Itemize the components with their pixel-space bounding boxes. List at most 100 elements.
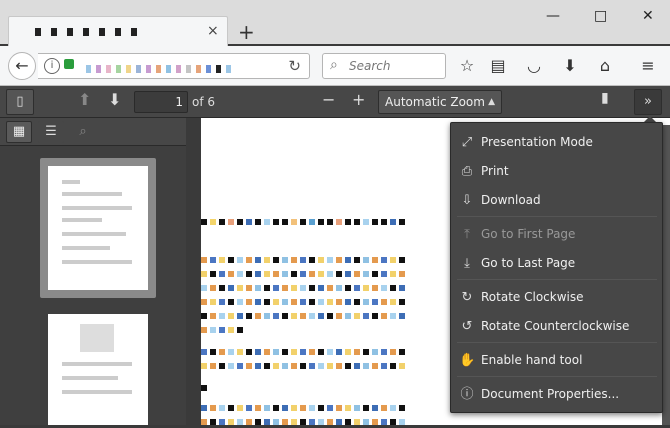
back-arrow-icon: ← bbox=[15, 56, 29, 75]
zoom-in-button[interactable]: + bbox=[352, 90, 365, 109]
menu-icon[interactable]: ≡ bbox=[636, 54, 660, 78]
hand-icon: ✋ bbox=[459, 353, 476, 368]
first-page-item: ⤒ Go to First Page bbox=[459, 223, 655, 245]
thumb-text-line bbox=[62, 376, 118, 380]
navigation-bar: ← i ↻ ⌕ Search ☆ ▤ ◡ ⬇ ⌂ ≡ bbox=[0, 46, 670, 86]
url-bar[interactable]: i ↻ bbox=[38, 53, 310, 79]
print-item[interactable]: ⎙ Print bbox=[459, 160, 655, 182]
thumb-text-line bbox=[62, 192, 122, 196]
tools-menu-button[interactable]: » bbox=[634, 89, 662, 115]
outline-view-button[interactable]: ☰ bbox=[38, 121, 64, 143]
zoom-select[interactable]: Automatic Zoom ▲ bbox=[378, 90, 502, 114]
thumb-text-line bbox=[62, 390, 132, 394]
document-text-line bbox=[201, 414, 449, 425]
tab-title-redacted bbox=[35, 25, 195, 37]
rotate-ccw-icon: ↺ bbox=[461, 319, 473, 334]
sidebar: ▦ ☰ ⌕ bbox=[0, 118, 186, 425]
close-window-button[interactable]: ✕ bbox=[642, 8, 654, 24]
menu-item-label: Go to Last Page bbox=[481, 256, 576, 270]
thumb-text-line bbox=[62, 362, 132, 366]
last-page-icon: ⤓ bbox=[464, 256, 470, 271]
document-scrollbar[interactable] bbox=[662, 125, 670, 425]
toggle-sidebar-button[interactable]: ▯ bbox=[6, 89, 34, 115]
attachments-view-button[interactable]: ⌕ bbox=[70, 121, 96, 143]
document-text-line bbox=[201, 252, 449, 263]
page-thumbnail-1[interactable] bbox=[48, 166, 148, 290]
paperclip-icon: ⌕ bbox=[79, 124, 87, 139]
sidebar-view-buttons: ▦ ☰ ⌕ bbox=[0, 118, 186, 146]
grid-icon: ▦ bbox=[12, 124, 26, 139]
back-button[interactable]: ← bbox=[8, 52, 36, 80]
menu-item-label: Rotate Counterclockwise bbox=[481, 319, 630, 333]
presentation-mode-item[interactable]: ⤢ Presentation Mode bbox=[459, 131, 655, 153]
menu-item-label: Print bbox=[481, 164, 509, 178]
document-text-line bbox=[201, 294, 449, 305]
maximize-button[interactable]: □ bbox=[594, 8, 607, 24]
bookmark-star-icon[interactable]: ☆ bbox=[455, 54, 479, 78]
menu-separator bbox=[457, 342, 657, 343]
next-page-icon[interactable]: ⬇ bbox=[108, 90, 121, 109]
menu-separator bbox=[457, 279, 657, 280]
document-text-line bbox=[201, 308, 449, 319]
lock-icon bbox=[64, 59, 74, 69]
url-text-redacted bbox=[86, 62, 276, 73]
document-text-line bbox=[201, 344, 449, 355]
hand-tool-item[interactable]: ✋ Enable hand tool bbox=[459, 349, 655, 371]
thumbnail-view-button[interactable]: ▦ bbox=[6, 121, 32, 143]
thumb-text-line bbox=[62, 206, 132, 210]
download-icon[interactable]: ⬇ bbox=[558, 54, 582, 78]
secondary-toolbar-menu: ⤢ Presentation Mode ⎙ Print ⇩ Download ⤒ Go … bbox=[450, 122, 663, 413]
bookmark-icon[interactable]: ▮ bbox=[601, 90, 609, 106]
previous-page-icon[interactable]: ⬆ bbox=[78, 90, 91, 109]
menu-item-label: Presentation Mode bbox=[481, 135, 593, 149]
info-icon: ⓘ bbox=[460, 387, 474, 402]
zoom-value: Automatic Zoom bbox=[385, 95, 485, 109]
document-text-line bbox=[201, 214, 451, 225]
site-info-icon[interactable]: i bbox=[44, 58, 60, 74]
page-thumbnail-2[interactable] bbox=[48, 314, 148, 425]
document-text-line bbox=[201, 358, 449, 369]
thumbnail-selection[interactable] bbox=[40, 158, 156, 298]
list-icon: ☰ bbox=[45, 124, 57, 139]
pdf-toolbar: ▯ ⬆ ⬇ 1 of 6 − + Automatic Zoom ▲ ▮ » bbox=[0, 86, 670, 118]
search-placeholder: Search bbox=[349, 59, 391, 73]
document-text-line bbox=[201, 400, 449, 411]
reading-list-icon[interactable]: ▤ bbox=[486, 54, 510, 78]
menu-item-label: Go to First Page bbox=[481, 227, 576, 241]
menu-item-label: Download bbox=[481, 193, 541, 207]
download-item[interactable]: ⇩ Download bbox=[459, 189, 655, 211]
minimize-button[interactable]: — bbox=[546, 8, 560, 24]
menu-separator bbox=[457, 376, 657, 377]
fullscreen-icon: ⤢ bbox=[461, 135, 473, 150]
tab-close-icon[interactable]: × bbox=[207, 23, 219, 39]
zoom-out-button[interactable]: − bbox=[322, 90, 335, 109]
thumb-text-line bbox=[62, 218, 102, 222]
document-text-line bbox=[201, 266, 449, 277]
title-bar: × + — □ ✕ bbox=[0, 0, 670, 46]
double-chevron-icon: » bbox=[644, 94, 652, 109]
sidebar-resizer[interactable] bbox=[186, 118, 201, 425]
browser-tab[interactable]: × bbox=[8, 16, 228, 46]
rotate-counterclockwise-item[interactable]: ↺ Rotate Counterclockwise bbox=[459, 315, 655, 337]
download-icon: ⇩ bbox=[461, 193, 473, 208]
menu-item-label: Enable hand tool bbox=[481, 353, 583, 367]
home-icon[interactable]: ⌂ bbox=[593, 54, 617, 78]
new-tab-button[interactable]: + bbox=[238, 20, 255, 44]
pocket-icon[interactable]: ◡ bbox=[522, 54, 546, 78]
menu-separator bbox=[457, 216, 657, 217]
menu-item-label: Rotate Clockwise bbox=[481, 290, 584, 304]
sidebar-toggle-icon: ▯ bbox=[16, 94, 24, 109]
rotate-cw-icon: ↻ bbox=[461, 290, 473, 305]
document-text-line bbox=[201, 322, 261, 333]
document-properties-item[interactable]: ⓘ Document Properties... bbox=[459, 383, 655, 405]
reload-icon[interactable]: ↻ bbox=[288, 57, 301, 75]
print-icon: ⎙ bbox=[461, 164, 473, 179]
page-number-input[interactable]: 1 bbox=[134, 91, 188, 113]
last-page-item[interactable]: ⤓ Go to Last Page bbox=[459, 252, 655, 274]
page-count: of 6 bbox=[192, 95, 216, 109]
thumb-image-block bbox=[80, 324, 114, 352]
rotate-clockwise-item[interactable]: ↻ Rotate Clockwise bbox=[459, 286, 655, 308]
thumb-text-line bbox=[62, 246, 110, 250]
search-bar[interactable]: ⌕ Search bbox=[322, 53, 446, 79]
document-text-line bbox=[201, 380, 211, 391]
